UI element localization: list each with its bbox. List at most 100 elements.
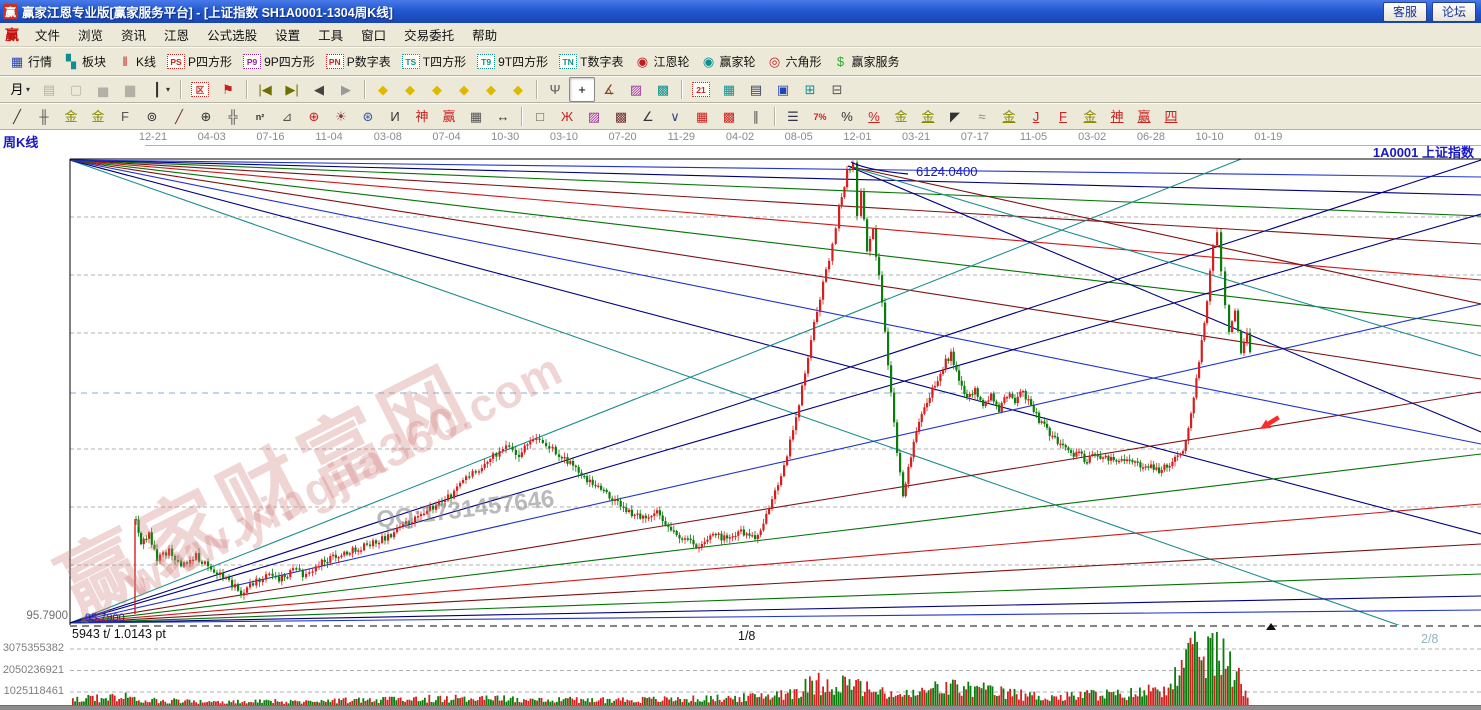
calendar-button[interactable]: 21 [687, 77, 715, 102]
slashes-tool[interactable]: ∥ [743, 104, 769, 129]
print-button[interactable]: ⊟ [824, 77, 850, 102]
star-web-tool[interactable]: ☀ [328, 104, 354, 129]
network-button[interactable]: ⊞ [797, 77, 823, 102]
diamond-right-button[interactable]: ◆ [397, 77, 423, 102]
j-angle-tool[interactable]: J [1023, 104, 1049, 129]
red-grid2-tool[interactable]: ▩ [716, 104, 742, 129]
calculator-button[interactable]: ▦ [716, 77, 742, 102]
hand-tool-button[interactable]: Ψ [542, 77, 568, 102]
crosshair-tool-button[interactable]: + [569, 77, 595, 102]
forum-button[interactable]: 论坛 [1432, 2, 1476, 22]
diamond-compress-button[interactable]: ◆ [505, 77, 531, 102]
kline-bars-button[interactable]: ▆ [117, 77, 143, 102]
gold-circle-tool[interactable]: 金 [888, 104, 914, 129]
menu-item-文件[interactable]: 文件 [26, 23, 69, 46]
menu-item-窗口[interactable]: 窗口 [352, 23, 395, 46]
last-bar-button[interactable]: ▶| [279, 77, 305, 102]
menu-item-工具[interactable]: 工具 [309, 23, 352, 46]
shen-angle-tool[interactable]: 神 [1104, 104, 1130, 129]
first-bar-button[interactable]: |◀ [252, 77, 278, 102]
save-button[interactable]: ▣ [770, 77, 796, 102]
gann-wheel-button[interactable]: ◉江恩轮 [629, 49, 694, 74]
f-angle-tool[interactable]: F [1050, 104, 1076, 129]
hexagon-button[interactable]: ◎六角形 [762, 49, 827, 74]
shen-grid-tool[interactable]: 神 [409, 104, 435, 129]
t-table-button[interactable]: TNT数字表 [554, 49, 628, 74]
menu-item-公式选股[interactable]: 公式选股 [198, 23, 266, 46]
gold-angle2-tool[interactable]: 金 [1077, 104, 1103, 129]
rays-tool[interactable]: Ж [554, 104, 580, 129]
zigzag-tool[interactable]: И [382, 104, 408, 129]
menu-item-资讯[interactable]: 资讯 [112, 23, 155, 46]
kline-button[interactable]: ‖K线 [112, 49, 161, 74]
circle-grid-tool[interactable]: ⊕ [193, 104, 219, 129]
levels-tool[interactable]: ☰ [780, 104, 806, 129]
diamond-expand-button[interactable]: ◆ [478, 77, 504, 102]
menu-item-浏览[interactable]: 浏览 [69, 23, 112, 46]
gold-angle-tool[interactable]: 金 [996, 104, 1022, 129]
prev-bar-button[interactable]: ◀ [306, 77, 332, 102]
percent-line-tool[interactable]: % [861, 104, 887, 129]
angle-line-tool[interactable]: ∠ [635, 104, 661, 129]
sectors-button[interactable]: ▚板块 [58, 49, 111, 74]
gann-fan-circle-tool[interactable]: ⊕ [301, 104, 327, 129]
gann-shape-button[interactable]: ▨ [623, 77, 649, 102]
marker-tool[interactable]: ◤ [942, 104, 968, 129]
ruler-grid-tool[interactable]: ▦ [463, 104, 489, 129]
menu-logo[interactable]: 赢 [0, 25, 26, 45]
diamond-hexpand-button[interactable]: ◆ [424, 77, 450, 102]
p-square-button[interactable]: PSP四方形 [162, 49, 237, 74]
percent7-tool[interactable]: 7% [807, 104, 833, 129]
flag-button[interactable]: ⚑ [215, 77, 241, 102]
notebook-button[interactable]: ▤ [743, 77, 769, 102]
ying-angle-tool[interactable]: 赢 [1131, 104, 1157, 129]
winner-service-button[interactable]: $赢家服务 [828, 49, 905, 74]
draw-line2-tool[interactable]: ╱ [166, 104, 192, 129]
gold-lines-tool[interactable]: 金 [915, 104, 941, 129]
chart-canvas[interactable] [0, 130, 1481, 710]
p9-square-button[interactable]: P99P四方形 [238, 49, 320, 74]
pattern-button[interactable]: ▩ [650, 77, 676, 102]
n2-grid-tool[interactable]: n² [247, 104, 273, 129]
red-grid-tool[interactable]: ▦ [689, 104, 715, 129]
spiral-tool[interactable]: ⊚ [139, 104, 165, 129]
draw-line-tool[interactable]: ╱ [4, 104, 30, 129]
overlay-region-button[interactable]: 区 [186, 77, 214, 102]
menu-item-帮助[interactable]: 帮助 [463, 23, 506, 46]
menu-item-交易委托[interactable]: 交易委托 [395, 23, 463, 46]
winner-wheel-button[interactable]: ◉赢家轮 [695, 49, 760, 74]
ying-grid-tool-icon: 赢 [441, 109, 457, 125]
customer-service-button[interactable]: 客服 [1383, 2, 1427, 22]
t-square-button[interactable]: TST四方形 [397, 49, 471, 74]
wave-overlay-tool[interactable]: ≈ [969, 104, 995, 129]
grid-box-tool[interactable]: ▩ [608, 104, 634, 129]
diamond-left-button[interactable]: ◆ [370, 77, 396, 102]
period-month-dropdown[interactable]: 月▾ [4, 77, 35, 102]
quotes-button[interactable]: ▦行情 [4, 49, 57, 74]
ying-grid-tool[interactable]: 赢 [436, 104, 462, 129]
hmeasure-tool[interactable]: ↔ [490, 104, 516, 129]
angle-measure-button[interactable]: ∡ [596, 77, 622, 102]
menu-item-江恩[interactable]: 江恩 [155, 23, 198, 46]
candle-width-dropdown[interactable]: ┃▾ [144, 77, 175, 102]
t9-square-button[interactable]: T99T四方形 [472, 49, 553, 74]
dense-grid-tool[interactable]: ╬ [220, 104, 246, 129]
report-button[interactable]: ▢ [63, 77, 89, 102]
tick-chart-button[interactable]: ▤ [36, 77, 62, 102]
f-grid-tool[interactable]: F [112, 104, 138, 129]
minute-bars-button[interactable]: ▅ [90, 77, 116, 102]
vee-line-tool[interactable]: ∨ [662, 104, 688, 129]
next-bar-button[interactable]: ▶ [333, 77, 359, 102]
si-angle-tool[interactable]: 四 [1158, 104, 1184, 129]
angle-ruler-tool[interactable]: ⊿ [274, 104, 300, 129]
diamond-hcompress-button[interactable]: ◆ [451, 77, 477, 102]
gold-grid-tool[interactable]: 金 [58, 104, 84, 129]
box-tool[interactable]: □ [527, 104, 553, 129]
percent-tool[interactable]: % [834, 104, 860, 129]
menu-item-设置[interactable]: 设置 [266, 23, 309, 46]
grid-tool[interactable]: ╫ [31, 104, 57, 129]
p-table-button[interactable]: PNP数字表 [321, 49, 396, 74]
spider-web-tool[interactable]: ⊛ [355, 104, 381, 129]
gold-grid2-tool[interactable]: 金 [85, 104, 111, 129]
grid-fan-tool[interactable]: ▨ [581, 104, 607, 129]
